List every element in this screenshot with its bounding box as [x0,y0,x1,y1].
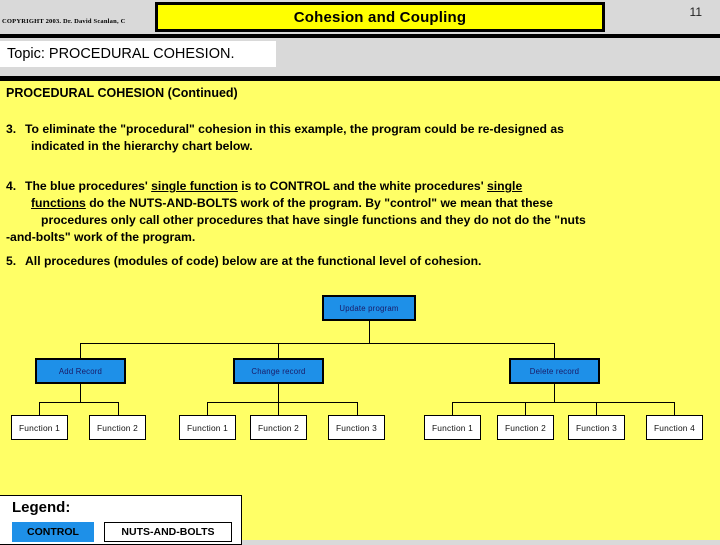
bullet-number-3: 3. [6,122,17,136]
chart-leaf-label: Function 4 [653,422,696,433]
chart-leaf-label: Function 1 [431,422,474,433]
chart-node-add-record: Add Record [35,358,126,384]
bullet-number-4: 4. [6,179,17,193]
topic-label: Topic: PROCEDURAL COHESION. [7,46,235,62]
connector-to-add-record [80,343,81,368]
bullet-item-3: 3. To eliminate the "procedural" cohesio… [6,121,712,155]
chart-leaf-label: Function 1 [18,422,61,433]
chart-leaf-delete-function-4: Function 4 [646,415,703,440]
chart-node-update-program: Update program [322,295,416,321]
chart-node-label: Delete record [529,366,580,376]
connector-to-change-record [278,343,279,368]
chart-leaf-label: Function 1 [186,422,229,433]
bullet-text-3: To eliminate the "procedural" cohesion i… [25,121,712,155]
legend-title: Legend: [12,499,71,516]
header-divider [0,34,720,38]
slide-header: COPYRIGHT 2003. Dr. David Scanlan, C Coh… [0,0,720,81]
legend-swatch-nuts-and-bolts: NUTS-AND-BOLTS [104,522,232,542]
chart-leaf-label: Function 3 [575,422,618,433]
connector-delete-f2 [525,402,526,415]
chart-leaf-change-function-2: Function 2 [250,415,307,440]
connector-delete-f1 [452,402,453,415]
connector-add-down [80,384,81,402]
connector-delete-bus [452,402,674,403]
connector-add-f1 [39,402,40,415]
connector-delete-down [554,384,555,402]
chart-leaf-change-function-3: Function 3 [328,415,385,440]
bullet-4-line-2: functions do the NUTS-AND-BOLTS work of … [25,195,716,212]
legend-swatch-control: CONTROL [12,522,94,542]
connector-change-f1 [207,402,208,415]
bullet-item-4: 4. The blue procedures' single function … [6,178,716,246]
chart-leaf-label: Function 2 [257,422,300,433]
connector-change-f3 [357,402,358,415]
chart-node-change-record: Change record [233,358,324,384]
chart-leaf-delete-function-1: Function 1 [424,415,481,440]
bullet-text-5: All procedures (modules of code) below a… [25,254,482,268]
bullet-4-line-4: -and-bolts" work of the program. [6,230,196,244]
bullet-4-underline-single: single [487,179,523,193]
chart-node-label: Change record [251,366,306,376]
bullet-4-underline-functions: functions [31,196,86,210]
bullet-3-line-1: To eliminate the "procedural" cohesion i… [25,122,564,136]
slide-subheading: PROCEDURAL COHESION (Continued) [6,86,238,100]
connector-change-bus [207,402,357,403]
chart-leaf-label: Function 2 [504,422,547,433]
chart-leaf-delete-function-3: Function 3 [568,415,625,440]
copyright-notice: COPYRIGHT 2003. Dr. David Scanlan, C [2,18,126,25]
page-title: Cohesion and Coupling [293,8,467,26]
chart-leaf-label: Function 3 [335,422,378,433]
bullet-item-5: 5. All procedures (modules of code) belo… [6,253,706,270]
connector-level2-bus [80,343,555,344]
bullet-4-underline-single-function: single function [151,179,238,193]
page-number: 11 [689,5,702,19]
chart-leaf-delete-function-2: Function 2 [497,415,554,440]
bullet-3-line-2: indicated in the hierarchy chart below. [31,139,253,153]
legend-control-label: CONTROL [27,526,79,538]
bullet-4-seg-c: do the NUTS-AND-BOLTS work of the progra… [85,196,553,210]
legend: Legend: CONTROL NUTS-AND-BOLTS [0,495,242,545]
chart-node-label: Add Record [58,366,103,376]
slide-body: PROCEDURAL COHESION (Continued) 3. To el… [0,81,720,545]
connector-delete-f4 [674,402,675,415]
slide-title-box: Cohesion and Coupling [155,2,605,32]
bullet-number-5: 5. [6,254,17,268]
connector-change-f2 [278,402,279,415]
bullet-4-line-1: The blue procedures' single function is … [25,179,522,193]
bullet-4-line-3: procedures only call other procedures th… [41,213,586,227]
connector-delete-f3 [596,402,597,415]
connector-root-down [369,321,370,343]
connector-add-bus [39,402,119,403]
chart-leaf-label: Function 2 [96,422,139,433]
chart-leaf-add-function-1: Function 1 [11,415,68,440]
chart-node-label: Update program [339,303,399,313]
legend-nuts-label: NUTS-AND-BOLTS [121,526,215,538]
chart-node-delete-record: Delete record [509,358,600,384]
bullet-text-4: The blue procedures' single function is … [6,178,716,246]
topic-bar: Topic: PROCEDURAL COHESION. [0,41,276,67]
bullet-4-seg-a: The blue procedures' [25,179,152,193]
connector-to-delete-record [554,343,555,368]
connector-add-f2 [118,402,119,415]
bullet-4-seg-b: is to CONTROL and the white procedures' [237,179,487,193]
chart-leaf-change-function-1: Function 1 [179,415,236,440]
chart-leaf-add-function-2: Function 2 [89,415,146,440]
connector-change-down [278,384,279,402]
